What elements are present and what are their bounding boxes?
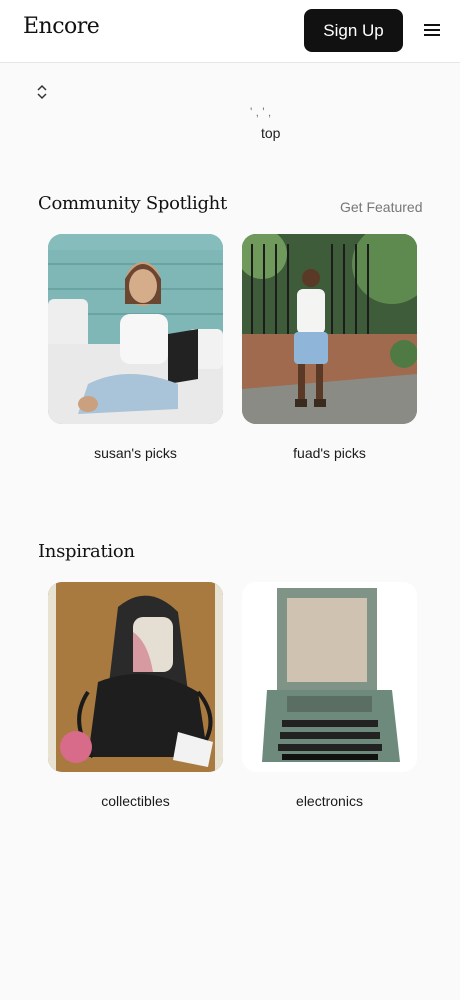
get-featured-link[interactable]: Get Featured — [340, 199, 423, 215]
susan-picks-image[interactable] — [48, 234, 223, 424]
top-category-label[interactable]: top — [261, 125, 280, 141]
community-spotlight-title: Community Spotlight — [38, 193, 227, 214]
collectibles-image[interactable] — [48, 582, 223, 772]
top-header: Encore Sign Up — [0, 0, 460, 63]
sort-chevrons-icon[interactable] — [36, 84, 48, 100]
collectibles-label[interactable]: collectibles — [48, 793, 223, 809]
inspiration-title: Inspiration — [38, 541, 135, 562]
electronics-image[interactable] — [242, 582, 417, 772]
electronics-label[interactable]: electronics — [242, 793, 417, 809]
susan-picks-label[interactable]: susan's picks — [48, 445, 223, 461]
sign-up-button[interactable]: Sign Up — [304, 9, 403, 52]
fuad-picks-image[interactable] — [242, 234, 417, 424]
encore-logo[interactable]: Encore — [23, 14, 100, 39]
fuad-picks-label[interactable]: fuad's picks — [242, 445, 417, 461]
clipped-text-fragment: ' , ' , — [250, 105, 272, 119]
hamburger-menu-icon[interactable] — [424, 24, 440, 38]
